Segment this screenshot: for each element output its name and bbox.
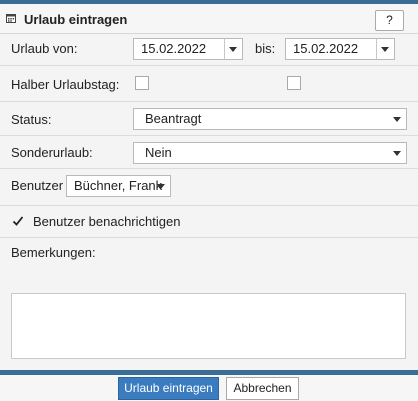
from-date-value: 15.02.2022 [141,41,207,56]
status-value: Beantragt [145,111,202,126]
from-label: Urlaub von: [11,41,78,56]
user-select[interactable]: Büchner, Frank [66,175,171,197]
remarks-label: Bemerkungen: [11,245,96,260]
half-day-from-checkbox[interactable] [135,76,149,90]
date-row: Urlaub von: 15.02.2022 bis: 15.02.2022 [0,34,418,66]
notify-row: Benutzer benachrichtigen [0,206,418,238]
user-value: Büchner, Frank [74,178,163,193]
special-leave-label: Sonderurlaub: [11,145,93,160]
user-label: Benutzer [11,178,64,193]
checkmark-icon [12,216,24,226]
special-leave-row: Sonderurlaub: Nein [0,136,418,169]
notify-checkbox[interactable] [11,214,25,228]
chevron-down-icon [393,151,401,156]
status-select[interactable]: Beantragt [133,108,407,130]
dialog-body: Urlaub von: 15.02.2022 bis: 15.02.2022 H… [0,34,418,370]
submit-button[interactable]: Urlaub eintragen [118,377,219,400]
help-button[interactable]: ? [375,10,404,31]
notify-label: Benutzer benachrichtigen [33,214,181,229]
calendar-icon [6,14,16,23]
status-label: Status: [11,112,52,127]
chevron-down-icon [381,47,389,52]
cancel-button[interactable]: Abbrechen [226,377,299,400]
remarks-textarea[interactable] [11,293,406,359]
dialog-title: Urlaub eintragen [24,12,128,27]
dialog: Urlaub eintragen ? Urlaub von: 15.02.202… [0,0,418,401]
from-date-field[interactable]: 15.02.2022 [133,38,243,60]
dialog-header: Urlaub eintragen ? [0,4,418,34]
status-row: Status: Beantragt [0,102,418,136]
dialog-footer: Urlaub eintragen Abbrechen [0,375,418,401]
chevron-down-icon [229,47,237,52]
half-day-label: Halber Urlaubstag: [11,77,120,92]
half-day-row: Halber Urlaubstag: [0,66,418,102]
chevron-down-icon [393,117,401,122]
special-leave-value: Nein [145,145,172,160]
chevron-down-icon [157,184,165,189]
to-label: bis: [255,41,276,56]
user-row: Benutzer Büchner, Frank [0,169,418,206]
half-day-to-checkbox[interactable] [287,76,301,90]
special-leave-select[interactable]: Nein [133,142,407,164]
to-date-field[interactable]: 15.02.2022 [285,38,395,60]
to-date-value: 15.02.2022 [293,41,359,56]
